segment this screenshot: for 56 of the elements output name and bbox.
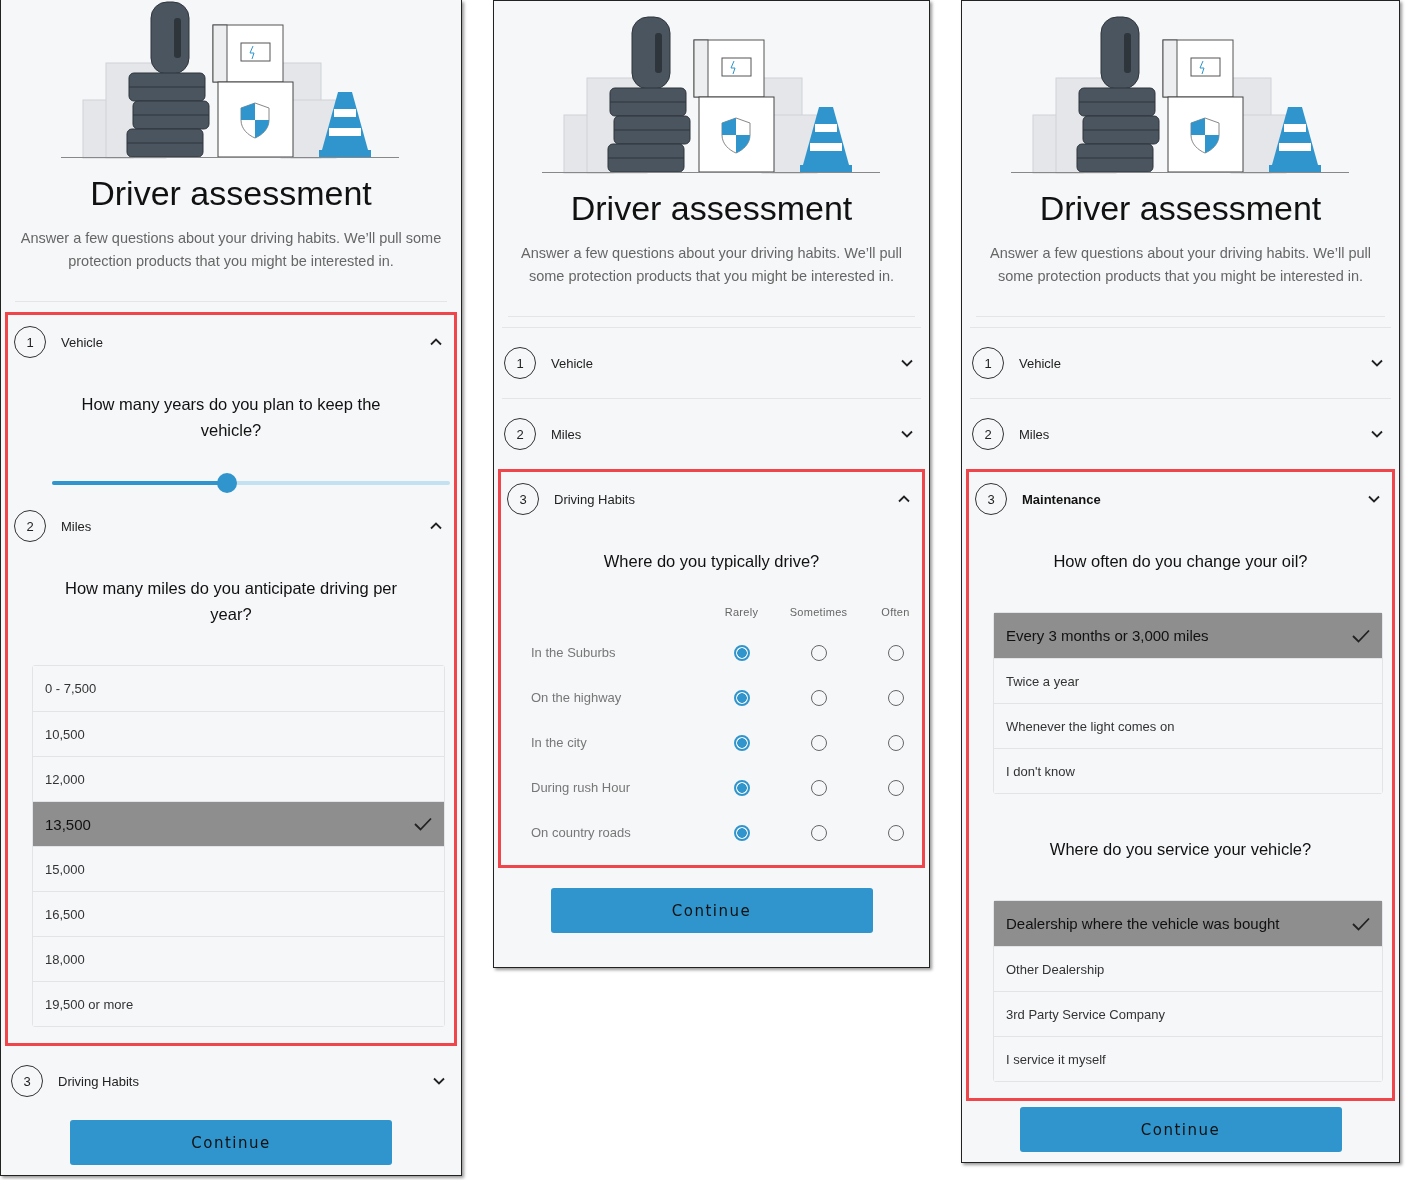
section-header[interactable]: 3 Driving Habits: [9, 1046, 453, 1116]
column-header: Sometimes: [788, 606, 849, 620]
section-header[interactable]: 2 Miles: [970, 399, 1391, 469]
continue-button[interactable]: Continue: [70, 1120, 392, 1165]
slider[interactable]: [52, 473, 450, 493]
intro-text: Answer a few questions about your driving habits. We’ll pull some protection products that you might be interested in.: [520, 244, 903, 286]
radio-button[interactable]: [733, 689, 750, 706]
page-title: Driver assessment: [1038, 189, 1323, 228]
continue-button[interactable]: Continue: [1019, 1107, 1342, 1152]
intro-text: Answer a few questions about your driving habits. We’ll pull some protection products that you might be interested in.: [989, 244, 1372, 286]
radio-button[interactable]: [733, 824, 750, 841]
row-label: On country roads: [530, 824, 632, 842]
question-text: How many miles do you anticipate driving per year?: [64, 578, 398, 625]
answer-option[interactable]: 13,500: [33, 801, 444, 846]
chevron-down-icon: [1368, 495, 1380, 503]
answer-option[interactable]: I don't know: [994, 748, 1382, 793]
answer-option[interactable]: Dealership where the vehicle was bought: [994, 901, 1382, 946]
section-header[interactable]: 2 Miles: [502, 399, 921, 469]
continue-button[interactable]: Continue: [550, 888, 873, 933]
section-header[interactable]: 1 Vehicle: [12, 319, 450, 365]
question-text: Where do you service your vehicle?: [1048, 839, 1313, 860]
question-text: Where do you typically drive?: [602, 551, 821, 572]
slider-thumb[interactable]: [217, 473, 238, 493]
intro-text: Answer a few questions about your driving habits. We’ll pull some protection products that you might be interested in.: [19, 229, 443, 271]
chevron-up-icon: [430, 338, 442, 346]
chevron-up-icon: [430, 522, 442, 530]
column-header: Often: [880, 606, 911, 620]
row-label: During rush Hour: [530, 779, 631, 797]
page-title: Driver assessment: [569, 189, 854, 228]
checkmark-icon: [1352, 628, 1370, 643]
column-header: Rarely: [723, 606, 760, 620]
radio-button[interactable]: [733, 644, 750, 661]
section-header[interactable]: 1 Vehicle: [970, 328, 1391, 398]
row-label: In the Suburbs: [530, 644, 617, 662]
answer-option[interactable]: Every 3 months or 3,000 miles: [994, 613, 1382, 658]
chevron-down-icon: [901, 430, 913, 438]
answer-option[interactable]: I service it myself: [994, 1036, 1382, 1081]
page-title: Driver assessment: [89, 174, 373, 213]
chevron-down-icon: [901, 359, 913, 367]
question-text: How often do you change your oil?: [1052, 551, 1309, 572]
section-header[interactable]: 2 Miles: [12, 503, 450, 549]
section-header[interactable]: 3 Driving Habits: [505, 476, 918, 522]
chevron-down-icon: [1371, 430, 1383, 438]
answer-option[interactable]: 19,500 or more: [33, 981, 444, 1026]
section-header[interactable]: 3 Maintenance: [973, 476, 1388, 522]
radio-button[interactable]: [733, 734, 750, 751]
row-label: On the highway: [530, 689, 623, 707]
section-header[interactable]: 1 Vehicle: [502, 328, 921, 398]
checkmark-icon: [1352, 916, 1370, 931]
chevron-down-icon: [1371, 359, 1383, 367]
radio-button[interactable]: [733, 779, 750, 796]
row-label: In the city: [530, 734, 588, 752]
chevron-up-icon: [898, 495, 910, 503]
question-text: How many years do you plan to keep the vehicle?: [80, 394, 382, 441]
chevron-down-icon: [433, 1077, 445, 1085]
checkmark-icon: [414, 817, 432, 831]
